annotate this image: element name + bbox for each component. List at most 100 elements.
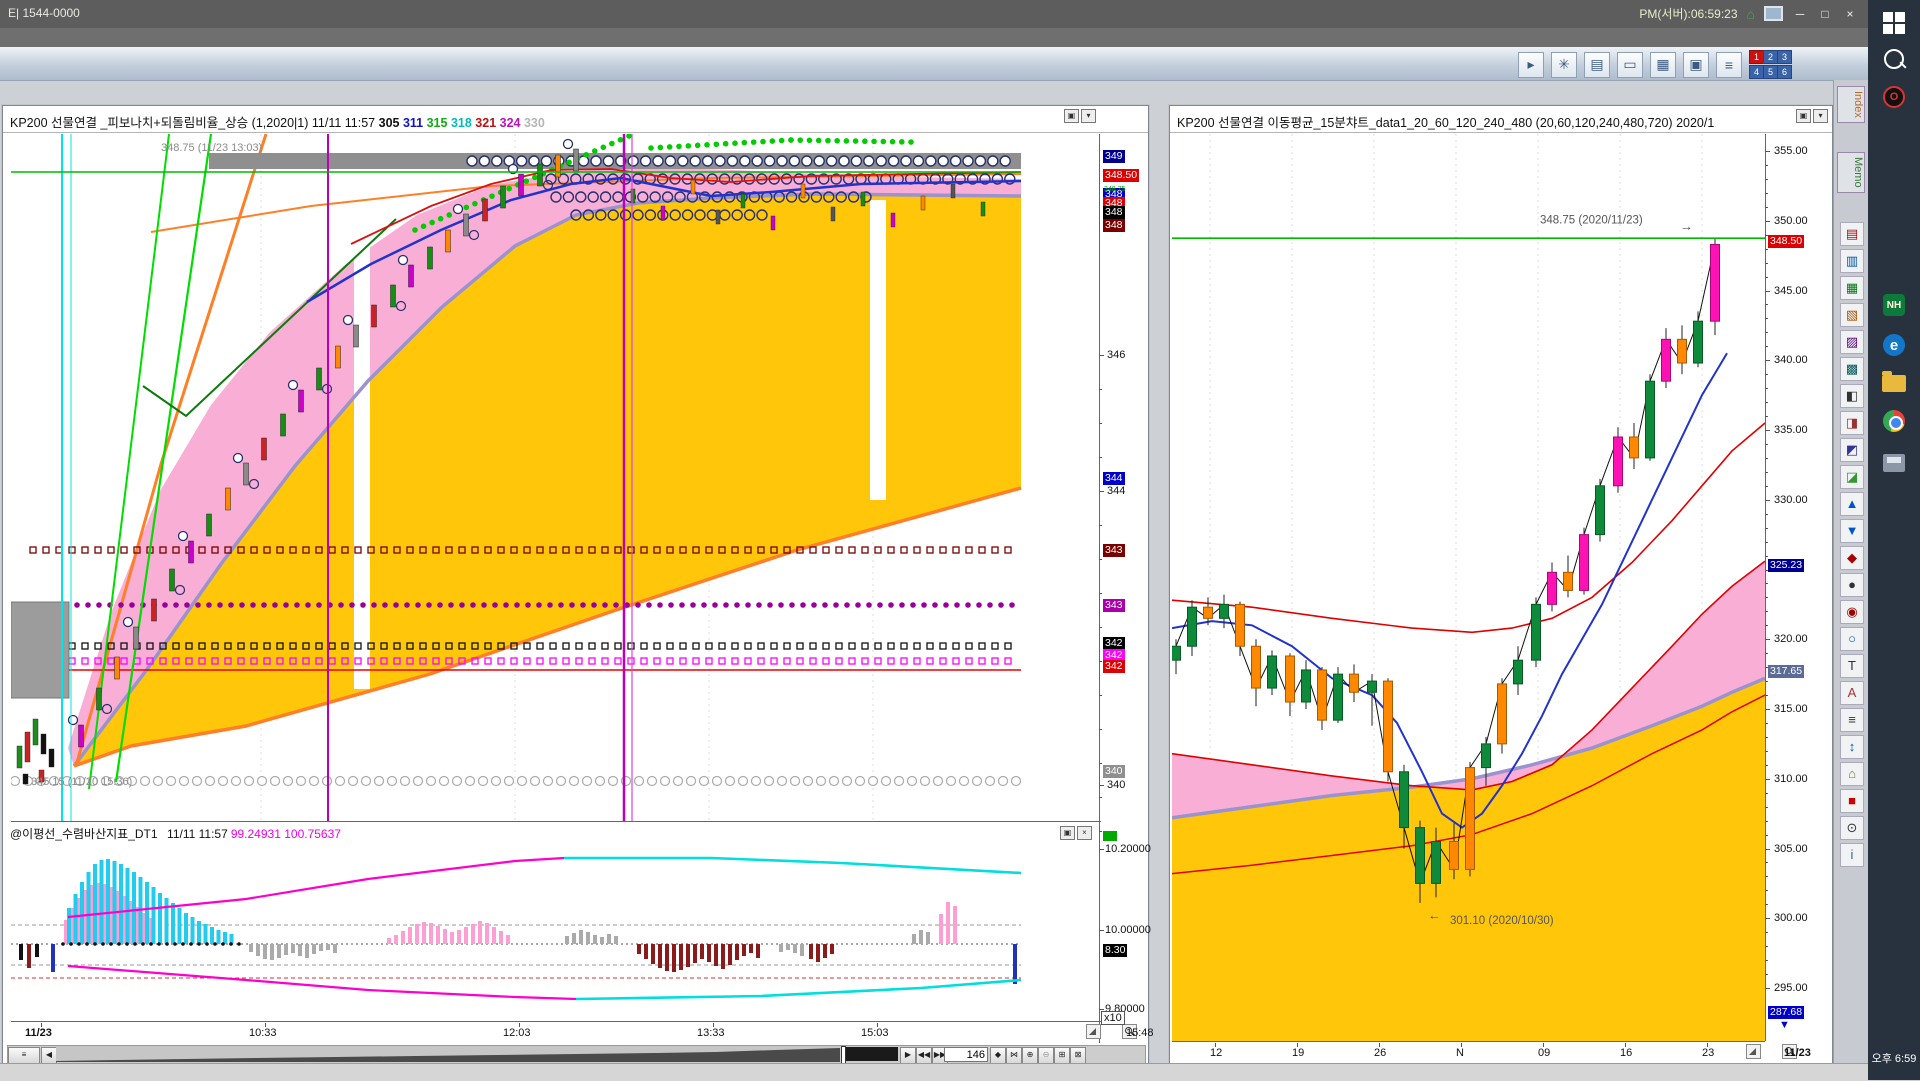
side-tool-icon-18[interactable]: ≡ bbox=[1840, 708, 1864, 732]
printer-icon[interactable]: ≡ bbox=[1716, 52, 1742, 78]
indicator-tick: 10.20000 bbox=[1105, 843, 1151, 855]
side-tool-icon-2[interactable]: ▦ bbox=[1840, 276, 1864, 300]
side-tool-icon-4[interactable]: ▨ bbox=[1840, 330, 1864, 354]
nav-button-3[interactable]: ⊖ bbox=[1038, 1047, 1054, 1064]
side-tool-icon-1[interactable]: ▥ bbox=[1840, 249, 1864, 273]
price-marker: 342 bbox=[1103, 660, 1125, 673]
left-price-axis[interactable]: 346344340349348.503483483483483443433433… bbox=[1099, 106, 1148, 1043]
page-left-button[interactable]: ◀◀ bbox=[916, 1047, 932, 1064]
nav-button-1[interactable]: ⋈ bbox=[1006, 1047, 1022, 1064]
axis-label bbox=[1707, 1043, 1708, 1047]
side-tool-icon-20[interactable]: ⌂ bbox=[1840, 762, 1864, 786]
side-tool-icon-22[interactable]: ⊙ bbox=[1840, 816, 1864, 840]
side-tool-icon-14[interactable]: ◉ bbox=[1840, 600, 1864, 624]
sub-close-button[interactable]: × bbox=[1077, 826, 1092, 840]
side-tool-icon-12[interactable]: ◆ bbox=[1840, 546, 1864, 570]
side-tool-icon-11[interactable]: ▼ bbox=[1840, 519, 1864, 543]
scroll-handle[interactable]: ≡ bbox=[8, 1047, 40, 1064]
folder-icon[interactable] bbox=[1879, 368, 1909, 398]
nav-button-4[interactable]: ⊞ bbox=[1054, 1047, 1070, 1064]
side-tool-icon-5[interactable]: ▩ bbox=[1840, 357, 1864, 381]
pager-screen-2[interactable]: 2 bbox=[1763, 50, 1778, 64]
side-tab-index[interactable]: Index bbox=[1837, 86, 1865, 123]
windows-start-button[interactable] bbox=[1879, 8, 1909, 38]
sub-indicator-time: 11/11 11:57 bbox=[167, 827, 228, 841]
axis-label bbox=[1765, 793, 1768, 794]
save-drive-icon[interactable] bbox=[1879, 448, 1909, 478]
maximize-button[interactable]: □ bbox=[1817, 7, 1833, 21]
search-icon[interactable] bbox=[1879, 44, 1909, 74]
pager-screen-4[interactable]: 4 bbox=[1749, 65, 1764, 79]
axis-label bbox=[1765, 346, 1768, 347]
side-tool-icon-0[interactable]: ▤ bbox=[1840, 222, 1864, 246]
side-tool-icon-8[interactable]: ◩ bbox=[1840, 438, 1864, 462]
axis-label bbox=[1765, 430, 1768, 431]
price-marker: 349 bbox=[1103, 150, 1125, 163]
close-button[interactable]: × bbox=[1842, 7, 1858, 21]
nav-button-2[interactable]: ⊕ bbox=[1022, 1047, 1038, 1064]
nav-button-0[interactable]: ◆ bbox=[990, 1047, 1006, 1064]
chrome-icon[interactable] bbox=[1879, 406, 1909, 436]
axis-label bbox=[1765, 611, 1768, 612]
bars-count-input[interactable] bbox=[944, 1047, 988, 1062]
range-navigator[interactable] bbox=[56, 1046, 840, 1062]
pager-screen-5[interactable]: 5 bbox=[1763, 65, 1778, 79]
pager-screen-1[interactable]: 1 bbox=[1749, 50, 1764, 64]
axis-label bbox=[1099, 559, 1102, 560]
axis-label bbox=[1765, 416, 1768, 417]
panel-dropdown-button[interactable]: ▾ bbox=[1081, 109, 1096, 123]
nh-bank-icon[interactable]: NH bbox=[1879, 290, 1909, 320]
side-tool-icon-10[interactable]: ▲ bbox=[1840, 492, 1864, 516]
indicator-marker: 8.30 bbox=[1103, 944, 1127, 957]
axis-label bbox=[1765, 932, 1768, 933]
side-tool-icon-15[interactable]: ○ bbox=[1840, 627, 1864, 651]
side-tool-icon-9[interactable]: ◪ bbox=[1840, 465, 1864, 489]
edge-icon[interactable]: e bbox=[1879, 330, 1909, 360]
fib-level-label: 324 bbox=[496, 116, 520, 130]
range-selected[interactable] bbox=[846, 1047, 898, 1061]
nav-button-5[interactable]: ⊠ bbox=[1070, 1047, 1086, 1064]
side-tool-icon-16[interactable]: T bbox=[1840, 654, 1864, 678]
side-tab-memo[interactable]: Memo bbox=[1837, 152, 1865, 193]
ma-chart-canvas[interactable]: 348.75 (2020/11/23)→301.10 (2020/10/30)← bbox=[1172, 134, 1765, 1041]
gear-icon[interactable]: ✳ bbox=[1551, 52, 1577, 78]
price-tick: 340.00 bbox=[1774, 354, 1808, 366]
minimize-button[interactable]: ─ bbox=[1792, 7, 1808, 21]
pager-screen-3[interactable]: 3 bbox=[1777, 50, 1792, 64]
sub-panel-button[interactable]: ▣ bbox=[1060, 826, 1075, 840]
layout-grid-icon[interactable]: ▦ bbox=[1650, 52, 1676, 78]
axis-label bbox=[1765, 444, 1768, 445]
pager-screen-6[interactable]: 6 bbox=[1777, 65, 1792, 79]
clipboard-user-icon[interactable]: ▤ bbox=[1584, 52, 1610, 78]
right-price-axis[interactable]: 355.00350.00345.00340.00335.00330.00320.… bbox=[1765, 106, 1831, 1063]
opera-icon[interactable]: O bbox=[1879, 82, 1909, 112]
home-icon[interactable]: ⌂ bbox=[1747, 6, 1755, 22]
price-marker: 344 bbox=[1103, 472, 1125, 485]
panel-grid-button[interactable]: ▣ bbox=[1064, 109, 1079, 123]
fibonacci-chart-canvas[interactable]: 348.75 (11/23 13:03)345.15 (11/20 15:36) bbox=[11, 134, 1101, 821]
chart-scrollbar[interactable]: ≡ ◀ ▶ ◀◀ ▶▶ ◆⋈⊕⊖⊞⊠ bbox=[7, 1045, 1146, 1065]
axis-label bbox=[1099, 785, 1104, 786]
axis-label bbox=[1099, 797, 1102, 798]
price-tick: 335.00 bbox=[1774, 424, 1808, 436]
screen-pager[interactable]: 123456 bbox=[1749, 50, 1790, 79]
scroll-left-button[interactable]: ◀ bbox=[41, 1047, 57, 1064]
side-tool-icon-7[interactable]: ◨ bbox=[1840, 411, 1864, 435]
time-tick: 10:33 bbox=[249, 1027, 277, 1039]
side-tool-icon-17[interactable]: A bbox=[1840, 681, 1864, 705]
titlebar-phone-label: E| 1544-0000 bbox=[8, 6, 80, 20]
draw-tool-icon[interactable] bbox=[1746, 1044, 1761, 1059]
monitor-icon[interactable]: ▭ bbox=[1617, 52, 1643, 78]
side-tool-icon-3[interactable]: ▧ bbox=[1840, 303, 1864, 327]
expand-arrow-icon[interactable]: ▸ bbox=[1518, 52, 1544, 78]
side-tool-icon-6[interactable]: ◧ bbox=[1840, 384, 1864, 408]
side-tool-icon-19[interactable]: ↕ bbox=[1840, 735, 1864, 759]
camera-icon[interactable]: ▣ bbox=[1683, 52, 1709, 78]
monitor-icon[interactable] bbox=[1764, 6, 1783, 21]
side-tool-icon-13[interactable]: ● bbox=[1840, 573, 1864, 597]
left-x-axis: 11/2310:3312:0313:3315:03 bbox=[11, 1023, 1101, 1043]
side-tool-icon-23[interactable]: i bbox=[1840, 843, 1864, 867]
side-tool-icon-21[interactable]: ■ bbox=[1840, 789, 1864, 813]
scroll-right-button[interactable]: ▶ bbox=[900, 1047, 916, 1064]
sub-indicator-canvas[interactable] bbox=[11, 847, 1101, 1021]
